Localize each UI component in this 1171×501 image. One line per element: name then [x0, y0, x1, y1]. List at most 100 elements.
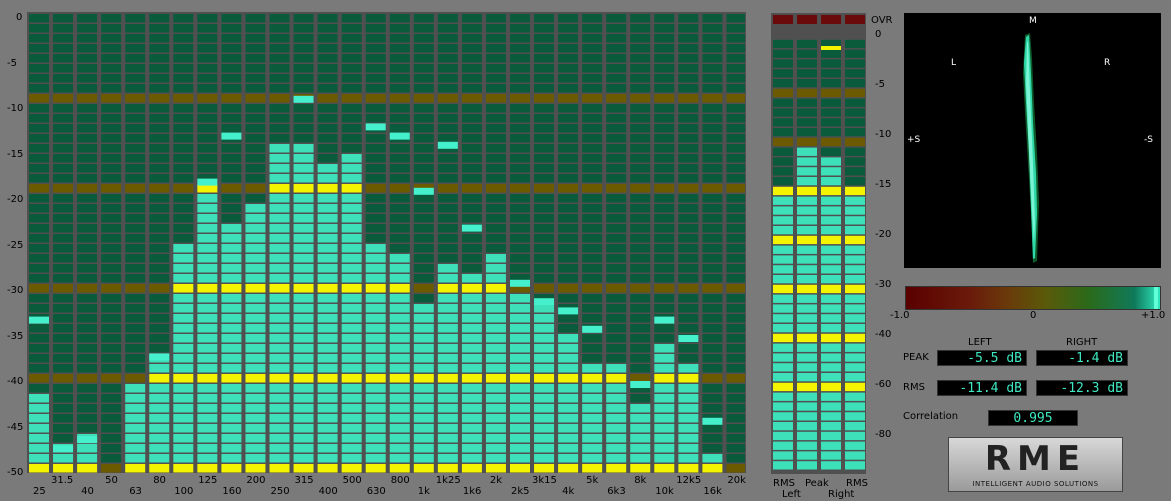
analyzer-segment — [341, 44, 362, 53]
analyzer-segment — [125, 164, 146, 173]
level-segment — [845, 382, 865, 392]
analyzer-segment — [221, 324, 242, 333]
analyzer-segment — [389, 114, 410, 123]
analyzer-segment — [29, 334, 49, 343]
level-segment — [821, 314, 841, 323]
level-segment — [773, 196, 793, 205]
analyzer-segment — [173, 174, 194, 183]
analyzer-segment — [221, 374, 242, 383]
analyzer-segment — [485, 444, 506, 453]
analyzer-segment — [461, 144, 482, 153]
analyzer-segment — [173, 364, 194, 373]
analyzer-segment — [173, 374, 194, 383]
analyzer-segment — [389, 224, 410, 233]
analyzer-segment — [125, 44, 146, 53]
analyzer-segment — [654, 384, 675, 393]
level-segment — [845, 363, 865, 372]
analyzer-segment — [53, 324, 74, 333]
analyzer-segment — [317, 34, 338, 43]
analyzer-segment — [606, 14, 627, 23]
analyzer-segment — [702, 174, 723, 183]
analyzer-segment — [702, 314, 723, 323]
analyzer-segment — [678, 384, 699, 393]
analyzer-segment — [269, 34, 290, 43]
analyzer-segment — [29, 454, 49, 463]
analyzer-segment — [558, 164, 579, 173]
analyzer-segment — [702, 354, 723, 363]
analyzer-segment — [29, 14, 49, 23]
analyzer-segment — [389, 194, 410, 203]
rme-logo: RME INTELLIGENT AUDIO SOLUTIONS — [948, 437, 1123, 492]
analyzer-segment — [534, 264, 555, 273]
analyzer-segment — [726, 274, 745, 283]
analyzer-segment — [558, 204, 579, 213]
analyzer-segment — [269, 14, 290, 23]
level-segment — [845, 324, 865, 333]
analyzer-segment — [678, 24, 699, 33]
analyzer-segment — [245, 14, 266, 23]
analyzer-segment — [173, 24, 194, 33]
analyzer-segment — [77, 184, 98, 193]
analyzer-segment — [365, 234, 386, 243]
analyzer-segment — [173, 14, 194, 23]
analyzer-segment — [197, 84, 218, 93]
analyzer-segment — [389, 354, 410, 363]
analyzer-segment — [101, 394, 122, 403]
analyzer-segment — [389, 344, 410, 353]
analyzer-segment — [702, 294, 723, 303]
analyzer-segment — [221, 444, 242, 453]
analyzer-segment — [702, 64, 723, 73]
analyzer-segment — [173, 124, 194, 133]
level-segment — [773, 59, 793, 68]
analyzer-segment — [293, 424, 314, 433]
analyzer-segment — [341, 444, 362, 453]
analyzer-segment — [702, 404, 723, 413]
analyzer-segment — [341, 144, 362, 153]
analyzer-segment — [678, 234, 699, 243]
analyzer-segment — [173, 444, 194, 453]
analyzer-segment — [221, 244, 242, 253]
analyzer-segment — [485, 294, 506, 303]
analyzer-band-label: 250 — [270, 486, 290, 497]
analyzer-segment — [269, 164, 290, 173]
level-segment — [797, 451, 817, 460]
analyzer-segment — [582, 384, 603, 393]
analyzer-segment — [77, 454, 98, 463]
rms-label: RMS — [903, 382, 925, 393]
analyzer-segment — [606, 204, 627, 213]
analyzer-y-tick-label: -20 — [7, 194, 24, 205]
level-segment — [773, 382, 793, 392]
level-overload-segment — [797, 15, 817, 24]
analyzer-segment — [558, 254, 579, 263]
analyzer-segment — [269, 194, 290, 203]
analyzer-segment — [365, 254, 386, 263]
analyzer-segment — [510, 394, 530, 403]
analyzer-segment — [317, 414, 338, 423]
analyzer-segment — [534, 314, 555, 323]
analyzer-segment — [654, 24, 675, 33]
analyzer-segment — [53, 114, 74, 123]
analyzer-segment — [582, 204, 603, 213]
analyzer-segment — [654, 294, 675, 303]
analyzer-segment — [437, 164, 458, 173]
analyzer-segment — [678, 324, 699, 333]
analyzer-segment — [413, 394, 434, 403]
analyzer-segment — [221, 264, 242, 273]
analyzer-segment — [293, 14, 314, 23]
level-segment — [845, 216, 865, 225]
analyzer-segment — [726, 254, 745, 263]
analyzer-segment — [53, 454, 74, 463]
analyzer-segment — [534, 284, 555, 293]
analyzer-segment — [558, 94, 579, 103]
analyzer-segment — [485, 404, 506, 413]
analyzer-segment — [630, 224, 651, 233]
analyzer-segment — [630, 114, 651, 123]
analyzer-segment — [221, 124, 242, 133]
analyzer-segment — [558, 274, 579, 283]
analyzer-segment — [293, 294, 314, 303]
analyzer-segment — [149, 54, 170, 63]
analyzer-segment — [197, 374, 218, 383]
level-segment — [821, 275, 841, 284]
analyzer-segment — [197, 334, 218, 343]
analyzer-segment — [678, 344, 699, 353]
